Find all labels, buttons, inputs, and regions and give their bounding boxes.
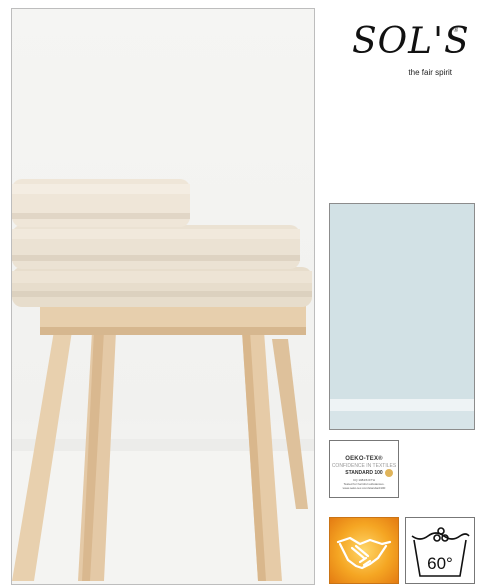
- registered-mark: ®: [453, 28, 458, 34]
- towel-stool-illustration: [12, 179, 314, 584]
- logo-tagline: the fair spirit: [408, 68, 452, 77]
- wash-care-badge: 60°: [405, 517, 475, 584]
- handshake-icon: [336, 536, 392, 570]
- oeko-line-2: www.oeko-tex.com/standard100: [342, 486, 386, 490]
- swatch-base: [330, 411, 474, 429]
- logo-wordmark: SOL'S: [352, 21, 470, 62]
- product-photo: [11, 8, 315, 585]
- brand-logo: SOL'S ® the fair spirit: [332, 21, 470, 84]
- color-swatch: [329, 203, 475, 430]
- handshake-badge: [329, 517, 399, 584]
- oeko-seal-icon: [385, 469, 393, 477]
- oeko-tex-label: OEKO-TEX® CONFIDENCE IN TEXTILES STANDAR…: [329, 440, 399, 498]
- wash-temperature: 60°: [427, 554, 453, 573]
- oeko-title: OEKO-TEX®: [345, 456, 383, 462]
- swatch-border-stripe: [330, 399, 474, 411]
